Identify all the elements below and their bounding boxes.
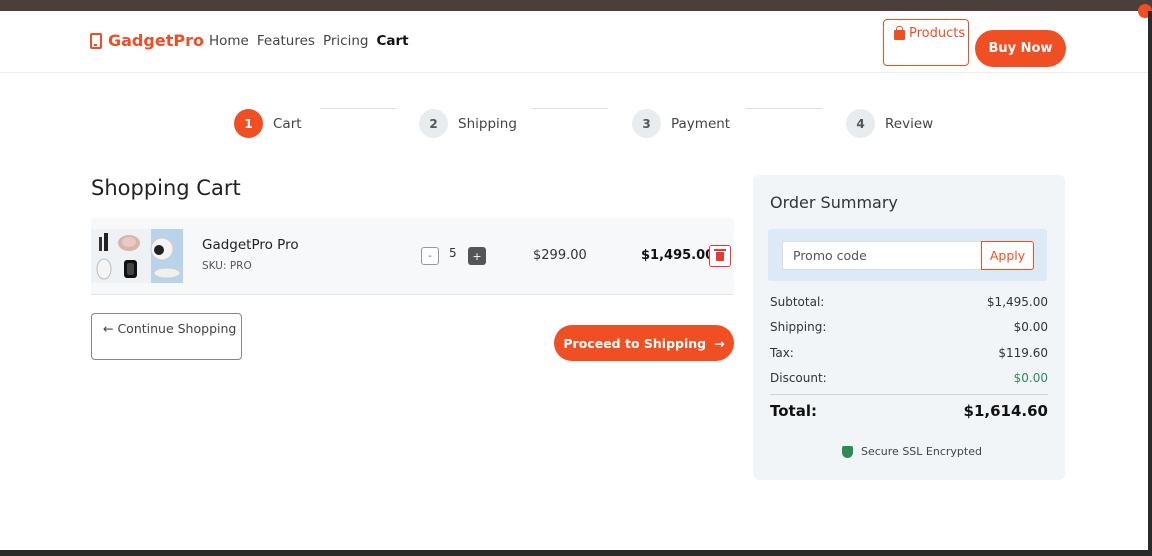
- summary-divider: [770, 394, 1048, 395]
- step-number: 4: [846, 109, 875, 138]
- quantity-value: 5: [449, 246, 457, 260]
- total-row: Total: $1,614.60: [770, 402, 1048, 420]
- shipping-row: Shipping: $0.00: [770, 320, 1048, 334]
- step-number: 1: [234, 109, 263, 138]
- step-label: Review: [885, 115, 934, 132]
- shopping-bag-icon: [894, 26, 905, 40]
- tax-value: $119.60: [998, 346, 1048, 360]
- nav-link-features[interactable]: Features: [257, 33, 315, 49]
- shield-icon: [842, 445, 853, 458]
- step-connector: [746, 108, 822, 109]
- nav-link-pricing[interactable]: Pricing: [323, 33, 369, 49]
- nav-links: Home Features Pricing Cart: [209, 33, 409, 49]
- products-label: Products: [909, 26, 966, 41]
- promo-code-box: Promo code Apply: [768, 229, 1047, 281]
- subtotal-label: Subtotal:: [770, 295, 825, 309]
- ssl-notice: Secure SSL Encrypted: [842, 445, 982, 458]
- step-payment[interactable]: 3 Payment: [632, 109, 730, 138]
- order-summary-panel: Order Summary Promo code Apply Subtotal:…: [753, 175, 1065, 480]
- discount-value: $0.00: [1013, 371, 1048, 385]
- step-label: Payment: [671, 115, 731, 132]
- quantity-decrease-button[interactable]: -: [421, 247, 439, 265]
- product-thumbnail: [91, 229, 183, 283]
- proceed-label: Proceed to Shipping: [563, 335, 707, 351]
- item-name[interactable]: GadgetPro Pro: [202, 237, 299, 253]
- shipping-value: $0.00: [1013, 320, 1048, 334]
- step-number: 2: [419, 109, 448, 138]
- tax-row: Tax: $119.60: [770, 346, 1048, 360]
- shipping-label: Shipping:: [770, 320, 827, 334]
- ssl-label: Secure SSL Encrypted: [861, 445, 982, 458]
- discount-row: Discount: $0.00: [770, 371, 1048, 385]
- cart-item-row: GadgetPro Pro SKU: PRO - 5 + $299.00 $1,…: [91, 218, 734, 295]
- continue-shopping-button[interactable]: ← Continue Shopping: [91, 313, 242, 360]
- step-cart[interactable]: 1 Cart: [234, 109, 302, 138]
- nav-link-home[interactable]: Home: [209, 33, 249, 49]
- apply-promo-button[interactable]: Apply: [981, 241, 1034, 270]
- page-title: Shopping Cart: [91, 176, 241, 200]
- products-button[interactable]: Products: [883, 19, 969, 66]
- step-connector: [320, 108, 396, 109]
- subtotal-row: Subtotal: $1,495.00: [770, 295, 1048, 309]
- step-label: Shipping: [458, 115, 517, 132]
- item-sku: SKU: PRO: [202, 260, 252, 272]
- navbar: GadgetPro Home Features Pricing Cart Pro…: [0, 11, 1148, 73]
- line-total: $1,495.00: [641, 248, 715, 263]
- total-label: Total:: [770, 402, 817, 420]
- proceed-to-shipping-button[interactable]: Proceed to Shipping →: [554, 325, 734, 361]
- brand-name: GadgetPro: [108, 31, 204, 50]
- window-bottom-strip: [0, 550, 1152, 556]
- step-label: Cart: [273, 115, 302, 132]
- brand-logo[interactable]: GadgetPro: [90, 31, 204, 50]
- step-connector: [532, 108, 608, 109]
- promo-code-input[interactable]: Promo code: [782, 241, 981, 270]
- nav-link-cart[interactable]: Cart: [376, 33, 408, 49]
- discount-label: Discount:: [770, 371, 827, 385]
- tax-label: Tax:: [770, 346, 794, 360]
- remove-item-button[interactable]: [709, 245, 731, 267]
- arrow-right-icon: →: [714, 335, 725, 351]
- unit-price: $299.00: [533, 248, 587, 263]
- summary-title: Order Summary: [770, 193, 898, 212]
- step-shipping[interactable]: 2 Shipping: [419, 109, 517, 138]
- window-top-strip: [0, 0, 1152, 11]
- quantity-increase-button[interactable]: +: [468, 247, 486, 265]
- total-value: $1,614.60: [963, 402, 1048, 420]
- buy-now-button[interactable]: Buy Now: [975, 30, 1066, 67]
- trash-icon: [714, 248, 726, 261]
- step-number: 3: [632, 109, 661, 138]
- window-right-border: [1148, 11, 1152, 556]
- phone-icon: [90, 32, 102, 49]
- step-review[interactable]: 4 Review: [846, 109, 933, 138]
- subtotal-value: $1,495.00: [986, 295, 1048, 309]
